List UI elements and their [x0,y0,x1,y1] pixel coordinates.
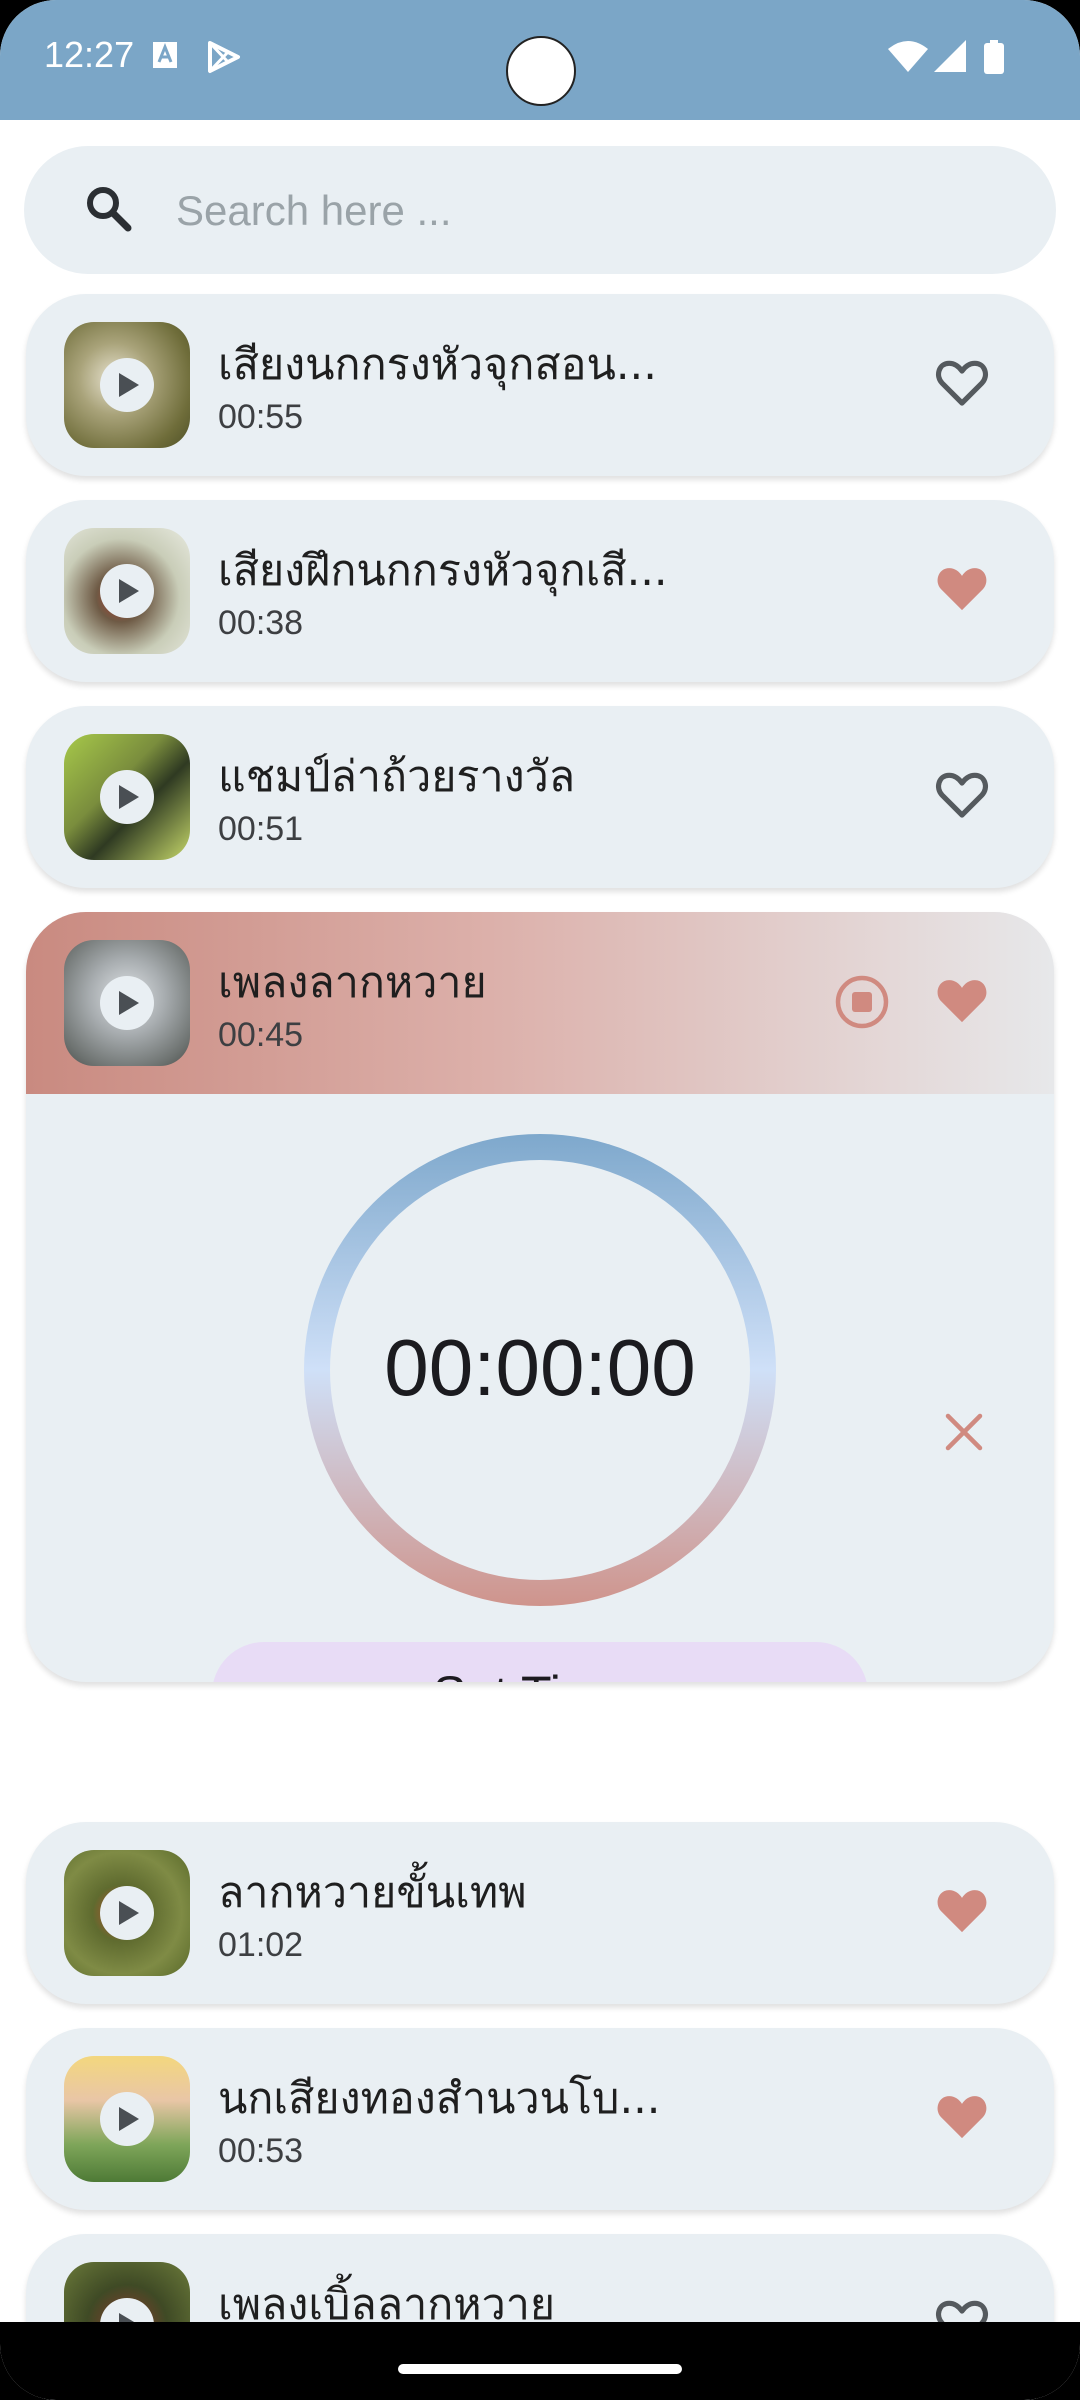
song-card[interactable]: นกเสียงทองสำนวนโบ... 00:53 [26,2028,1054,2210]
bird-thumbnail [64,734,190,860]
search-input[interactable] [174,174,1018,248]
timer-ring: 00:00:00 [304,1134,776,1606]
song-title: นกเสียงทองสำนวนโบ... [218,2074,661,2124]
song-card-header[interactable]: เสียงฝึกนกกรงหัวจุกเสี... 00:38 [26,500,1054,682]
song-card-header[interactable]: แชมป์ล่าถ้วยรางวัล 00:51 [26,706,1054,888]
bird-thumbnail [64,322,190,448]
play-icon[interactable] [100,1886,154,1940]
song-duration: 00:38 [218,604,304,642]
heart-outline-icon[interactable] [934,356,990,412]
song-card-header[interactable]: เสียงนกกรงหัวจุกสอน... 00:55 [26,294,1054,476]
timer-face: 00:00:00 [330,1160,750,1580]
song-card[interactable]: เสียงนกกรงหัวจุกสอน... 00:55 [26,294,1054,476]
song-card[interactable]: แชมป์ล่าถ้วยรางวัล 00:51 [26,706,1054,888]
bird-thumbnail [64,1850,190,1976]
home-gesture-handle[interactable] [398,2364,682,2374]
song-card[interactable]: ลากหวายขั้นเทพ 01:02 [26,1822,1054,2004]
heart-filled-icon[interactable] [934,562,990,618]
signal-icon [934,40,966,76]
song-duration: 00:51 [218,810,304,848]
screen: 12:27 เสียงนกกรงหัวจุกสอน... 00 [0,0,1080,2400]
status-time: 12:27 [44,34,135,75]
search-bar[interactable] [24,146,1056,274]
play-icon[interactable] [100,564,154,618]
heart-filled-icon[interactable] [934,1884,990,1940]
play-icon[interactable] [100,2092,154,2146]
keyboard-notification-icon [152,40,178,74]
song-duration: 01:02 [218,1926,304,1964]
bird-thumbnail [64,2056,190,2182]
song-title: เพลงลากหวาย [218,958,487,1008]
heart-filled-icon[interactable] [934,974,990,1030]
song-card-header[interactable]: เพลงลากหวาย 00:45 [26,912,1054,1094]
song-duration: 00:45 [218,1016,304,1054]
timer-display: 00:00:00 [384,1323,696,1412]
camera-cutout [506,36,576,106]
song-card-header[interactable]: ลากหวายขั้นเทพ 01:02 [26,1822,1054,2004]
play-icon[interactable] [100,976,154,1030]
heart-outline-icon[interactable] [934,768,990,824]
song-title: ลากหวายขั้นเทพ [218,1868,527,1918]
song-title: แชมป์ล่าถ้วยรางวัล [218,752,576,802]
wifi-icon [888,40,928,76]
song-card[interactable]: เสียงฝึกนกกรงหัวจุกเสี... 00:38 [26,500,1054,682]
set-timer-button[interactable]: Set Timer [212,1642,868,1682]
search-icon [84,184,134,238]
status-bar: 12:27 [0,0,1080,120]
song-duration: 00:55 [218,398,304,436]
song-card-header[interactable]: นกเสียงทองสำนวนโบ... 00:53 [26,2028,1054,2210]
bird-thumbnail [64,940,190,1066]
song-title: เสียงนกกรงหัวจุกสอน... [218,340,657,390]
song-card-expanded[interactable]: เพลงลากหวาย 00:45 00:00:00 Set Timer [26,912,1054,1682]
heart-filled-icon[interactable] [934,2090,990,2146]
stop-icon[interactable] [834,974,890,1034]
play-icon[interactable] [100,770,154,824]
navigation-bar [0,2322,1080,2400]
play-store-icon [206,40,242,78]
bird-thumbnail [64,528,190,654]
song-title: เสียงฝึกนกกรงหัวจุกเสี... [218,546,668,596]
close-icon[interactable] [944,1412,984,1456]
song-duration: 00:53 [218,2132,304,2170]
battery-icon [984,40,1004,78]
play-icon[interactable] [100,358,154,412]
